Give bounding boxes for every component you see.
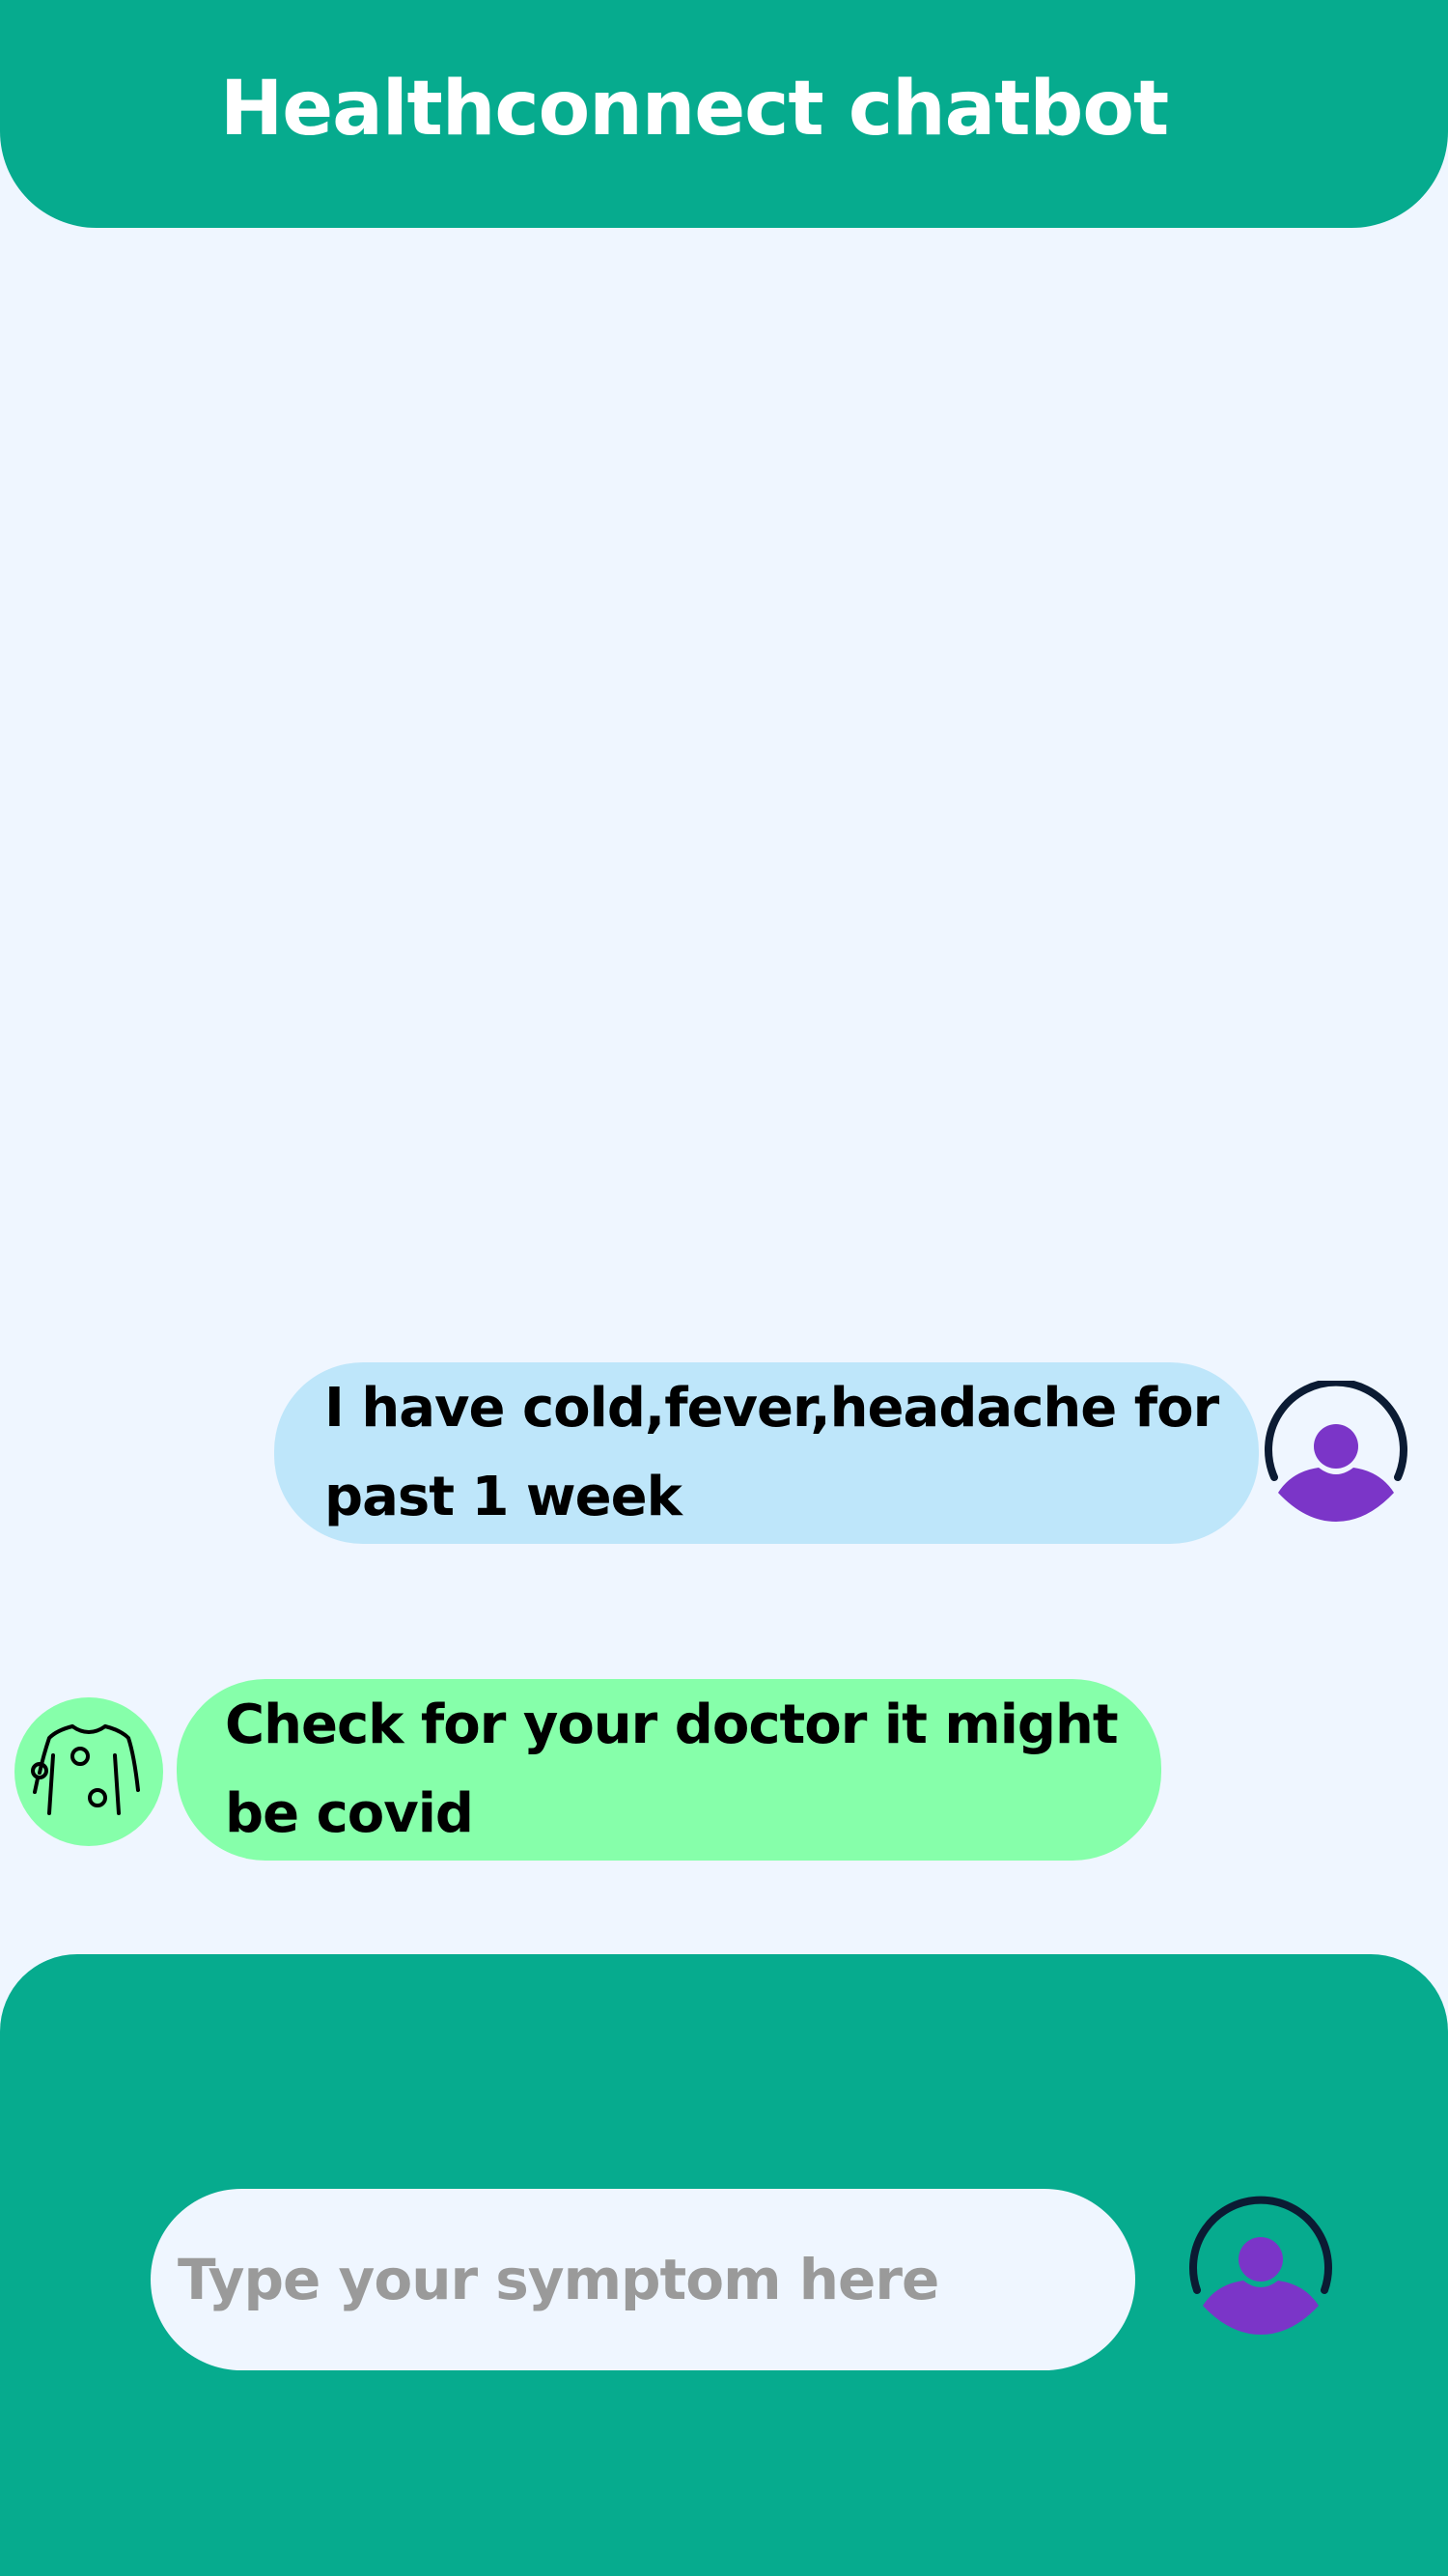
bot-avatar xyxy=(14,1697,163,1846)
bot-message-bubble: Check for your doctor it might be covid xyxy=(177,1679,1161,1861)
app-header: Healthconnect chatbot xyxy=(0,0,1448,228)
message-line: be covid xyxy=(225,1782,474,1845)
page-title: Healthconnect chatbot xyxy=(220,66,1169,153)
user-message-bubble: I have cold,fever,headache for past 1 we… xyxy=(274,1362,1259,1544)
chat-screen: Healthconnect chatbot I have cold,fever,… xyxy=(0,0,1448,2576)
message-text: I have cold,fever,headache for past 1 we… xyxy=(324,1364,1219,1542)
message-line: Check for your doctor it might xyxy=(225,1694,1119,1756)
message-line: I have cold,fever,headache for xyxy=(324,1377,1219,1440)
user-avatar-icon xyxy=(1189,2196,1332,2335)
message-line: past 1 week xyxy=(324,1466,682,1528)
message-text: Check for your doctor it might be covid xyxy=(225,1681,1119,1859)
user-avatar-icon xyxy=(1261,1381,1411,1531)
patient-body-icon xyxy=(31,1724,140,1815)
send-button[interactable] xyxy=(1183,2192,1338,2346)
symptom-input[interactable] xyxy=(151,2189,1135,2370)
